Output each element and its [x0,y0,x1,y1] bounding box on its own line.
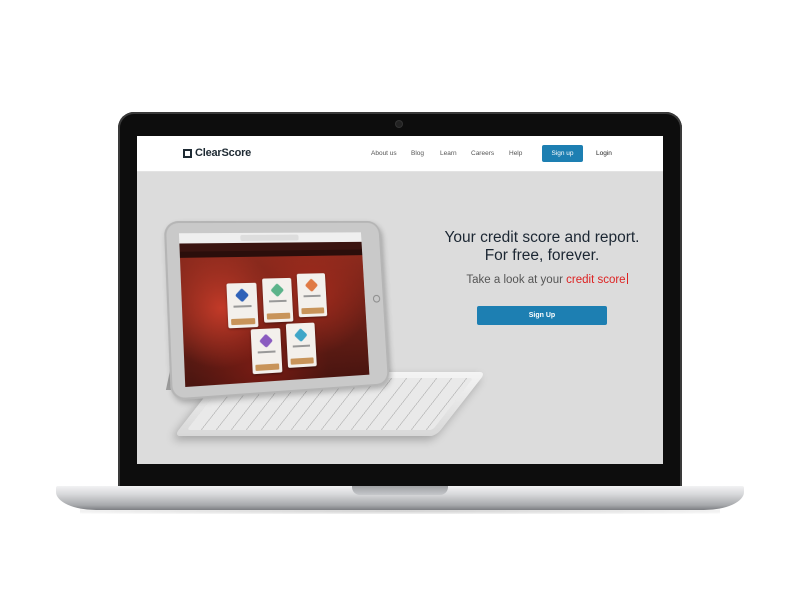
hero-title-line1: Your credit score and report. [444,229,640,246]
tablet-card [250,328,283,375]
brand-name: ClearScore [195,147,252,159]
nav-signup-button[interactable]: Sign up [542,145,583,162]
card-icon [304,278,319,293]
tablet-card [262,277,294,323]
card-icon [259,333,274,348]
hero-title: Your credit score and report. For free, … [437,229,647,265]
clearscore-logo-icon [183,148,192,158]
hero-subtitle: Take a look at your credit score [447,273,647,286]
nav-link-learn[interactable]: Learn [440,150,457,157]
tablet-illustration [163,220,390,401]
hero-signup-button[interactable]: Sign Up [477,306,607,325]
tablet-home-button [372,294,381,303]
card-icon [294,328,308,343]
tablet-card [296,273,328,318]
tablet-card [285,322,317,368]
nav-link-careers[interactable]: Careers [471,150,494,157]
card-icon [234,288,250,303]
site-navbar: ClearScore About us Blog Learn Careers H… [137,136,663,172]
hero-title-line2: For free, forever. [484,247,600,264]
nav-link-blog[interactable]: Blog [411,150,424,157]
card-icon [270,283,285,298]
brand-logo[interactable]: ClearScore [183,147,251,159]
laptop-notch [352,486,448,495]
typing-caret [626,273,628,284]
nav-link-help[interactable]: Help [509,150,522,157]
laptop-screen: ClearScore About us Blog Learn Careers H… [137,136,663,464]
tablet-url-bar [240,234,299,241]
camera-icon [396,121,402,127]
hero-subtitle-highlight: credit score [566,274,626,286]
hero-subtitle-prefix: Take a look at your [466,274,563,286]
nav-link-about[interactable]: About us [371,150,397,157]
tablet-screen [178,232,370,388]
tablet-card [226,282,259,329]
nav-login-link[interactable]: Login [596,150,612,157]
